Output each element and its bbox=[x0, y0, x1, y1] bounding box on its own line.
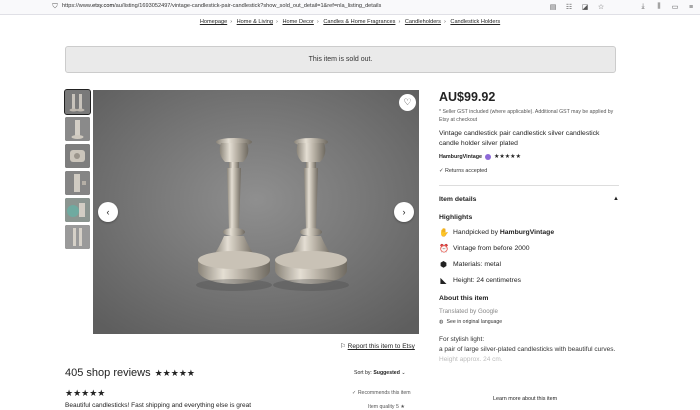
flag-icon: ⚐ bbox=[340, 343, 346, 350]
report-label: Report this item to Etsy bbox=[347, 343, 415, 350]
ruler-icon: ◣ bbox=[440, 276, 447, 285]
highlight-materials: ⬢ Materials: metal bbox=[439, 260, 619, 269]
recommends-text: Recommends this item bbox=[357, 390, 411, 396]
listing-title: Vintage candlestick pair candlestick sil… bbox=[439, 130, 600, 147]
next-image-button[interactable]: › bbox=[394, 202, 414, 222]
browser-url-bar[interactable]: ⛉ https://www.etsy.com/au/listing/169305… bbox=[0, 0, 700, 15]
review-rating: ★★★★★ bbox=[65, 388, 106, 398]
highlight-handpicked: ✋ Handpicked by HamburgVintage bbox=[439, 228, 619, 237]
thumbnail[interactable] bbox=[65, 117, 90, 141]
breadcrumb-item[interactable]: Home & Living bbox=[237, 19, 273, 25]
url-prefix: https://www. bbox=[62, 3, 93, 9]
returns-text: Returns accepted bbox=[445, 168, 488, 174]
pocket-icon[interactable]: ◪ bbox=[580, 2, 590, 12]
thumbnail[interactable] bbox=[65, 225, 90, 249]
breadcrumb: Homepage › Home & Living › Home Decor › Can… bbox=[199, 19, 501, 25]
description-line: For stylish light: bbox=[439, 336, 485, 343]
highlight-shop-link[interactable]: HamburgVintage bbox=[500, 229, 554, 236]
sold-out-text: This item is sold out. bbox=[308, 56, 373, 63]
library-icon[interactable]: ⫼ bbox=[654, 2, 664, 12]
listing-info: AU$99.92 * Seller GST included (where ap… bbox=[439, 90, 619, 365]
shop-rating: ★★★★★ bbox=[494, 154, 521, 160]
divider bbox=[439, 185, 619, 186]
previous-image-button[interactable]: ‹ bbox=[98, 202, 118, 222]
breadcrumb-item[interactable]: Candleholders bbox=[405, 19, 441, 25]
sort-label: Sort by: bbox=[354, 370, 372, 376]
chevron-up-icon: ▲ bbox=[613, 196, 619, 202]
breadcrumb-item[interactable]: Homepage bbox=[200, 19, 227, 25]
thumbnail-list bbox=[64, 89, 91, 252]
breadcrumb-item[interactable]: Candlestick Holders bbox=[450, 19, 500, 25]
check-icon: ✓ bbox=[352, 390, 357, 396]
highlight-vintage: ⏰ Vintage from before 2000 bbox=[439, 244, 619, 253]
item-quality-value: 5 bbox=[395, 404, 399, 410]
url-domain: etsy.com bbox=[92, 3, 115, 9]
see-original-link[interactable]: ◍ See in original language bbox=[439, 319, 619, 325]
description: For stylish light: a pair of large silve… bbox=[439, 335, 619, 365]
about-heading: About this item bbox=[439, 295, 489, 302]
url-rest: /au/listing/1693052497/vintage-candlesti… bbox=[114, 3, 382, 9]
url-text[interactable]: https://www.etsy.com/au/listing/16930524… bbox=[62, 3, 381, 9]
star-seller-badge-icon bbox=[485, 153, 492, 160]
sidebar-icon[interactable]: ▭ bbox=[670, 2, 680, 12]
handpicked-icon: ✋ bbox=[439, 228, 449, 237]
chevron-left-icon: ‹ bbox=[106, 207, 110, 217]
sort-value: Suggested bbox=[373, 370, 400, 376]
star-icon: ★ bbox=[400, 404, 405, 410]
highlight-text: Handpicked by bbox=[453, 229, 498, 236]
materials-icon: ⬢ bbox=[440, 260, 447, 269]
thumbnail[interactable] bbox=[65, 144, 90, 168]
extension-icon[interactable]: ☷ bbox=[564, 2, 574, 12]
recommends-badge: ✓ Recommends this item bbox=[352, 390, 411, 396]
thumbnail[interactable] bbox=[65, 171, 90, 195]
sort-dropdown[interactable]: Sort by: Suggested ⌄ bbox=[354, 370, 406, 376]
highlight-height: ◣ Height: 24 centimetres bbox=[439, 276, 619, 285]
report-item-link[interactable]: ⚐ Report this item to Etsy bbox=[340, 342, 415, 350]
reviews-count: 405 shop reviews bbox=[65, 367, 151, 379]
highlights-heading: Highlights bbox=[439, 214, 473, 221]
gst-note: * Seller GST included (where applicable)… bbox=[439, 109, 614, 123]
thumbnail[interactable] bbox=[64, 89, 91, 115]
returns-info: ✓ Returns accepted bbox=[439, 168, 619, 174]
chevron-right-icon: › bbox=[402, 207, 406, 217]
highlight-text: Vintage from before 2000 bbox=[453, 245, 530, 252]
product-image: ‹ › ♡ bbox=[93, 90, 419, 334]
reader-view-icon[interactable]: ▤ bbox=[548, 2, 558, 12]
shield-icon[interactable]: ⛉ bbox=[50, 2, 60, 12]
favorite-button[interactable]: ♡ bbox=[399, 94, 416, 111]
reviews-stars: ★★★★★ bbox=[154, 368, 195, 378]
item-details-toggle[interactable]: Item details ▲ bbox=[439, 196, 619, 203]
chevron-down-icon: ⌄ bbox=[401, 370, 406, 376]
price: AU$99.92 bbox=[439, 90, 496, 104]
see-original-label: See in original language bbox=[446, 319, 503, 325]
item-quality-label: Item quality bbox=[368, 404, 395, 410]
shop-reviews-heading: 405 shop reviews ★★★★★ bbox=[65, 367, 195, 379]
bookmark-star-icon[interactable]: ☆ bbox=[596, 2, 606, 12]
breadcrumb-item[interactable]: Home Decor bbox=[282, 19, 313, 25]
heart-icon: ♡ bbox=[403, 97, 412, 107]
description-line: a pair of large silver-plated candlestic… bbox=[439, 346, 616, 353]
translated-note: Translated by Google bbox=[439, 308, 498, 315]
description-line: Height approx. 24 cm. bbox=[439, 356, 503, 363]
item-quality: Item quality 5 ★ bbox=[368, 404, 405, 410]
menu-icon[interactable]: ≡ bbox=[686, 2, 696, 12]
learn-more-button[interactable]: Learn more about this item bbox=[493, 396, 557, 402]
item-details-label: Item details bbox=[439, 196, 477, 203]
breadcrumb-item[interactable]: Candles & Home Fragrances bbox=[323, 19, 395, 25]
highlight-text: Height: 24 centimetres bbox=[453, 277, 522, 284]
globe-icon: ◍ bbox=[439, 319, 444, 325]
shop-info: HamburgVintage ★★★★★ bbox=[439, 153, 619, 160]
shop-name[interactable]: HamburgVintage bbox=[439, 154, 482, 160]
download-icon[interactable]: ⤓ bbox=[638, 2, 648, 12]
candlesticks-photo bbox=[93, 90, 419, 334]
thumbnail[interactable] bbox=[65, 198, 90, 222]
review-text: Beautiful candlesticks! Fast shipping an… bbox=[65, 402, 252, 409]
highlight-text: Materials: metal bbox=[453, 261, 501, 268]
check-icon: ✓ bbox=[439, 168, 444, 174]
sold-out-banner: This item is sold out. bbox=[65, 46, 616, 73]
clock-icon: ⏰ bbox=[439, 244, 449, 253]
